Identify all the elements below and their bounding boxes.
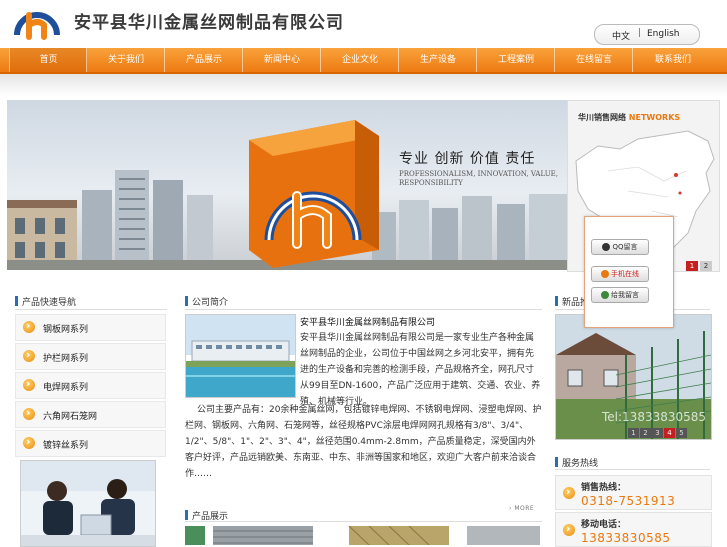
sales-hotline-number: 0318-7531913 [581,494,676,508]
nav-item-cases[interactable]: 工程案例 [476,48,555,72]
divider [185,309,542,310]
divider [185,521,542,522]
arrow-circle-icon [23,377,35,391]
arrow-circle-icon [23,406,35,420]
quicknav-item[interactable]: 六角网石笼网 [15,401,166,428]
qq-message-button[interactable]: QQ留言 [591,239,649,255]
arrow-circle-icon [23,348,35,362]
more-label: MORE [514,505,535,512]
newprod-pager: 12345 [628,428,688,438]
mobile-hotline-number: 13833830585 [581,531,671,545]
leave-message-label: 给我留言 [611,291,639,299]
banner-slogan-cn: 专业 创新 价值 责任 [399,151,536,167]
newprod-page-5[interactable]: 5 [676,428,687,438]
map-page-1[interactable]: 1 [686,261,698,271]
company-logo[interactable] [12,3,62,43]
mobile-online-label: 手机在线 [611,270,639,278]
more-link[interactable]: › MORE [509,505,534,512]
hotline-box: 销售热线： 0318-7531913 移动电话： 13833830585 [555,472,712,547]
factory-photo[interactable] [185,314,296,398]
nav-shadow [0,74,727,96]
product-thumbnails[interactable] [185,526,540,545]
quicknav-item[interactable]: 护栏网系列 [15,343,166,370]
about-paragraph-1: 安平县华川金属丝网制品有限公司是一家专业生产各种金属丝网制品的企业，公司位于中国… [300,333,541,407]
quicknav-item[interactable]: 电焊网系列 [15,372,166,399]
divider [555,469,710,470]
about-paragraph-2: 公司主要产品有：20余种金属丝网，包括镀锌电焊网、不锈钢电焊网、浸塑电焊网、护栏… [185,405,542,479]
lang-divider: | [638,28,642,38]
online-service-float: QQ留言 手机在线 给我留言 [584,216,674,328]
qq-penguin-icon [602,243,611,251]
qq-message-label: QQ留言 [612,243,638,251]
quicknav-title: 产品快速导航 [15,295,76,308]
hotline-title: 服务热线 [555,456,598,469]
quicknav-item-label: 电焊网系列 [43,383,89,393]
nav-item-contact[interactable]: 联系我们 [632,48,713,72]
arrow-circle-icon [563,522,575,536]
nav-item-about[interactable]: 关于我们 [86,48,165,72]
quicknav-item-label: 护栏网系列 [43,354,89,364]
map-page-2[interactable]: 2 [700,261,712,271]
nav-item-equipment[interactable]: 生产设备 [398,48,477,72]
nav-item-products[interactable]: 产品展示 [164,48,243,72]
arrow-circle-icon [23,319,35,333]
banner-slogan-en: PROFESSIONALISM, INNOVATION, VALUE, RESP… [399,170,558,187]
site-header: 安平县华川金属丝网制品有限公司 中文 | English [0,0,727,48]
newprod-page-3[interactable]: 3 [652,428,663,438]
company-name: 安平县华川金属丝网制品有限公司 [74,13,344,33]
arrow-circle-icon [563,485,575,499]
quicknav-item-label: 六角网石笼网 [43,412,98,422]
newprod-page-4[interactable]: 4 [664,428,675,438]
mobile-online-button[interactable]: 手机在线 [591,266,649,282]
customer-service-photo [20,460,156,547]
quicknav-item[interactable]: 钢板网系列 [15,314,166,341]
about-title: 公司简介 [185,295,228,308]
language-switcher: 中文 | English [594,24,700,45]
message-icon [601,291,609,299]
new-product-image[interactable]: Tel:13833830585 [555,314,712,440]
quicknav-list: 钢板网系列 护栏网系列 电焊网系列 六角网石笼网 镀锌丝系列 [15,314,166,459]
nav-item-home[interactable]: 首页 [9,48,87,72]
newprod-page-1[interactable]: 1 [628,428,639,438]
mobile-hotline-label: 移动电话： [581,520,627,530]
mobile-hotline[interactable]: 移动电话： 13833830585 [555,512,712,547]
leave-message-button[interactable]: 给我留言 [591,287,649,303]
nav-item-news[interactable]: 新闻中心 [242,48,321,72]
nav-item-message[interactable]: 在线留言 [554,48,633,72]
lang-chinese-link[interactable]: 中文 [612,29,630,42]
about-heading: 安平县华川金属丝网制品有限公司 [300,318,436,328]
lang-english-link[interactable]: English [647,29,680,39]
sales-hotline-label: 销售热线： [581,483,627,493]
sales-hotline[interactable]: 销售热线： 0318-7531913 [555,475,712,510]
newprod-page-2[interactable]: 2 [640,428,651,438]
nav-item-culture[interactable]: 企业文化 [320,48,399,72]
quicknav-item[interactable]: 镀锌丝系列 [15,430,166,457]
hero-banner[interactable]: 专业 创新 价值 责任 PROFESSIONALISM, INNOVATION,… [7,100,567,270]
map-pager: 12 [686,261,714,271]
divider [15,309,167,310]
main-nav: 首页 关于我们 产品展示 新闻中心 企业文化 生产设备 工程案例 在线留言 联系… [0,48,727,74]
quicknav-item-label: 镀锌丝系列 [43,441,89,451]
arrow-circle-icon [23,435,35,449]
mobile-icon [601,270,609,278]
newprod-watermark: Tel:13833830585 [601,410,706,424]
quicknav-item-label: 钢板网系列 [43,325,89,335]
